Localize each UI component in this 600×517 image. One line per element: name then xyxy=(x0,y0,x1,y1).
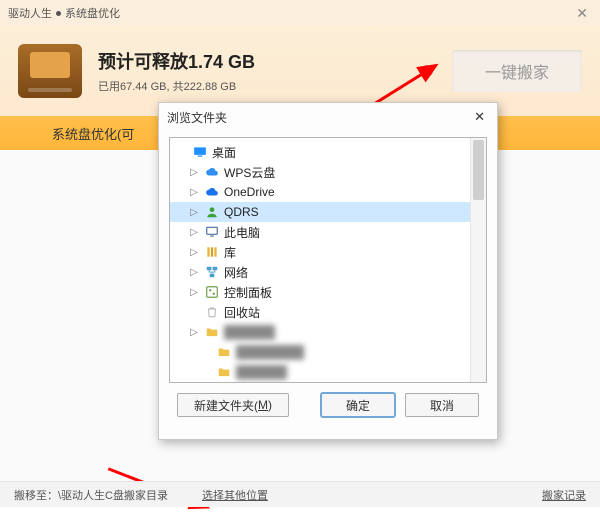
tree-node-label: 库 xyxy=(224,244,236,261)
dialog-title: 浏览文件夹 xyxy=(167,109,227,126)
tree-node-label: 控制面板 xyxy=(224,284,272,301)
tree-node-label: ██████ xyxy=(236,365,287,379)
titlebar-app-name: 驱动人生 xyxy=(8,5,52,21)
tree-node-label: WPS云盘 xyxy=(224,164,275,181)
tree-node-blur1[interactable]: ▷ ██████ xyxy=(170,322,486,342)
titlebar: 驱动人生 系统盘优化 ✕ xyxy=(0,0,600,26)
dialog-button-row: 新建文件夹(M) 确定 取消 xyxy=(169,383,487,429)
tree-node-control[interactable]: ▷ 控制面板 xyxy=(170,282,486,302)
expander-icon[interactable]: ▷ xyxy=(188,227,200,238)
tree-node-label: 回收站 xyxy=(224,304,260,321)
pc-icon xyxy=(204,224,220,240)
folder-icon xyxy=(204,324,220,340)
main-window: 驱动人生 系统盘优化 ✕ 预计可释放1.74 GB 已用67.44 GB, 共2… xyxy=(0,0,600,507)
scrollbar-thumb[interactable] xyxy=(473,140,484,200)
onedrive-icon xyxy=(204,184,220,200)
tree-node-blur3[interactable]: ██████ xyxy=(170,362,486,382)
tree-node-label: 桌面 xyxy=(212,144,236,161)
close-icon[interactable]: ✕ xyxy=(572,5,592,22)
new-folder-label-post: ) xyxy=(268,398,272,412)
choose-other-location-link[interactable]: 选择其他位置 xyxy=(202,487,268,503)
tree-scrollbar[interactable] xyxy=(470,138,486,382)
folder-tree[interactable]: 桌面▷WPS云盘▷OneDrive▷QDRS▷此电脑▷库▷网络▷控制面板回收站▷… xyxy=(169,137,487,383)
tree-node-onedrive[interactable]: ▷ OneDrive xyxy=(170,182,486,202)
desktop-icon xyxy=(192,144,208,160)
tree-node-label: 网络 xyxy=(224,264,248,281)
cloud-icon xyxy=(204,164,220,180)
footer: 搬移至： \驱动人生C盘搬家目录 选择其他位置 搬家记录 xyxy=(0,481,600,507)
headline-value: 1.74 GB xyxy=(188,52,255,72)
titlebar-page-name: 系统盘优化 xyxy=(65,5,120,21)
user-icon xyxy=(204,204,220,220)
optimize-bar-text: 系统盘优化(可 xyxy=(52,124,134,143)
tree-node-wpscloud[interactable]: ▷ WPS云盘 xyxy=(170,162,486,182)
control-icon xyxy=(204,284,220,300)
tree-node-qdrs[interactable]: ▷ QDRS xyxy=(170,202,486,222)
tree-node-label: OneDrive xyxy=(224,185,275,199)
expander-icon[interactable]: ▷ xyxy=(188,287,200,298)
new-folder-button[interactable]: 新建文件夹(M) xyxy=(177,393,289,417)
titlebar-separator-dot xyxy=(56,11,61,16)
moveto-path: \驱动人生C盘搬家目录 xyxy=(58,487,168,503)
tree-node-desktop[interactable]: 桌面 xyxy=(170,142,486,162)
tree-node-label: QDRS xyxy=(224,205,259,219)
dialog-close-icon[interactable]: ✕ xyxy=(470,109,489,125)
dialog-titlebar: 浏览文件夹 ✕ xyxy=(159,103,497,131)
expander-icon[interactable]: ▷ xyxy=(188,187,200,198)
browse-folder-dialog: 浏览文件夹 ✕ 桌面▷WPS云盘▷OneDrive▷QDRS▷此电脑▷库▷网络▷… xyxy=(158,102,498,440)
dialog-body: 桌面▷WPS云盘▷OneDrive▷QDRS▷此电脑▷库▷网络▷控制面板回收站▷… xyxy=(159,131,497,439)
one-click-move-button[interactable]: 一键搬家 xyxy=(452,50,582,92)
lib-icon xyxy=(204,244,220,260)
moveto-label: 搬移至： xyxy=(14,487,58,503)
tree-node-label: ██████ xyxy=(224,325,275,339)
move-history-link[interactable]: 搬家记录 xyxy=(542,487,586,503)
cancel-button[interactable]: 取消 xyxy=(405,393,479,417)
tree-node-libraries[interactable]: ▷库 xyxy=(170,242,486,262)
expander-icon[interactable]: ▷ xyxy=(188,267,200,278)
tree-node-network[interactable]: ▷ 网络 xyxy=(170,262,486,282)
recycle-icon xyxy=(204,304,220,320)
headline: 预计可释放1.74 GB xyxy=(98,48,416,74)
network-icon xyxy=(204,264,220,280)
expander-icon[interactable]: ▷ xyxy=(188,207,200,218)
folder-icon xyxy=(216,364,232,380)
folder-icon xyxy=(216,344,232,360)
drive-icon xyxy=(18,44,82,98)
tree-node-blur2[interactable]: ████████ xyxy=(170,342,486,362)
new-folder-label-pre: 新建文件夹( xyxy=(194,397,258,414)
ok-button[interactable]: 确定 xyxy=(321,393,395,417)
tree-node-label: 此电脑 xyxy=(224,224,260,241)
tree-node-thispc[interactable]: ▷ 此电脑 xyxy=(170,222,486,242)
tree-node-recycle[interactable]: 回收站 xyxy=(170,302,486,322)
expander-icon[interactable]: ▷ xyxy=(188,167,200,178)
new-folder-hotkey: M xyxy=(258,398,268,412)
tree-node-label: ████████ xyxy=(236,345,304,359)
expander-icon[interactable]: ▷ xyxy=(188,327,200,338)
headline-prefix: 预计可释放 xyxy=(98,52,188,72)
expander-icon[interactable]: ▷ xyxy=(188,247,200,258)
